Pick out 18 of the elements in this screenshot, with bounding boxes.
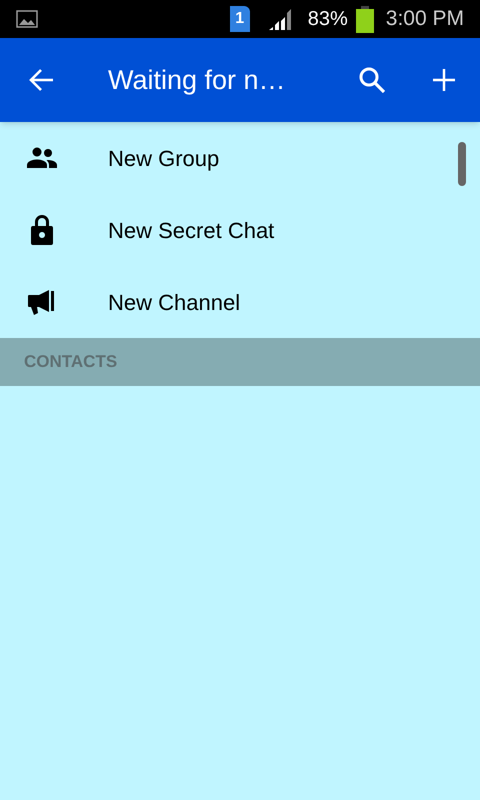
battery-percentage: 83% (308, 7, 348, 32)
search-icon (359, 67, 385, 93)
menu-item[interactable]: New Secret Chat (0, 194, 480, 266)
back-arrow-icon (29, 68, 55, 92)
megaphone-icon (28, 289, 56, 315)
toolbar-title: Waiting for n… (108, 64, 286, 97)
battery-icon (356, 6, 374, 32)
lock-icon (29, 214, 55, 246)
picture-icon (16, 10, 38, 28)
signal-icon (268, 7, 292, 31)
menu-item[interactable]: New Channel (0, 266, 480, 338)
scrollbar-thumb (458, 142, 466, 186)
section-title: CONTACTS (24, 351, 118, 374)
sim-card-icon: 1 (230, 6, 250, 32)
clock: 3:00 PM (386, 6, 464, 32)
plus-icon (433, 69, 455, 91)
people-icon (26, 146, 58, 170)
menu-item[interactable]: New Group (0, 122, 480, 194)
